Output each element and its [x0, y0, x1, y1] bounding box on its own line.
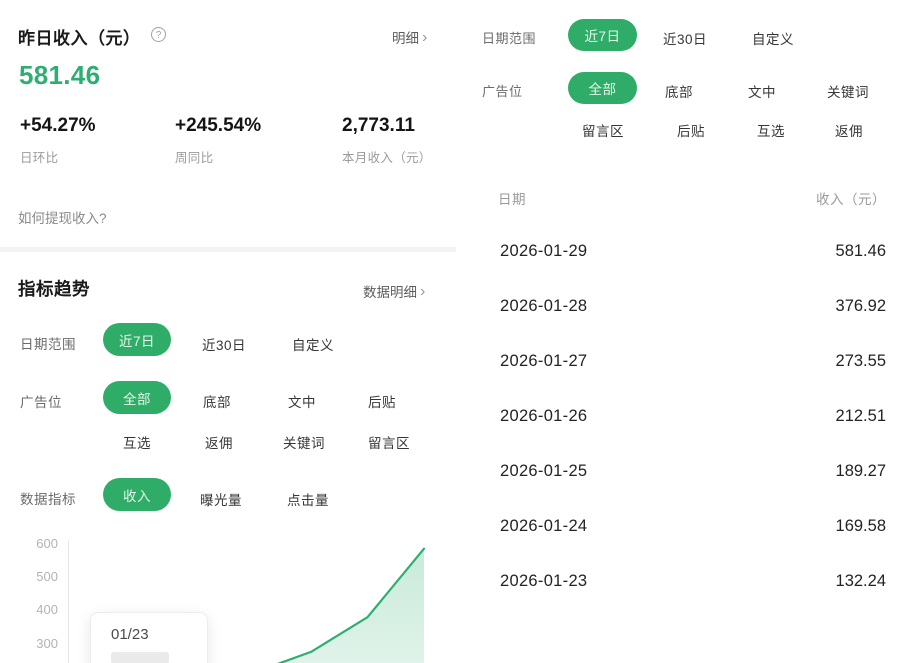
week-over-week-value: +245.54% — [175, 115, 261, 137]
option-last-30-days[interactable]: 近30日 — [663, 28, 707, 48]
option-mutual-select[interactable]: 互选 — [123, 432, 151, 452]
option-post-roll[interactable]: 后贴 — [677, 120, 705, 140]
row-income: 273.55 — [836, 352, 886, 371]
day-over-day-label: 日环比 — [20, 147, 58, 166]
chart-tooltip: 01/23 — [90, 612, 208, 663]
option-last-30-days[interactable]: 近30日 — [202, 334, 246, 354]
pill-last-7-days-selected[interactable]: 近7日 — [103, 323, 171, 356]
chevron-right-icon: › — [420, 285, 425, 298]
pill-last-7-days-selected[interactable]: 近7日 — [568, 19, 637, 51]
pill-income-selected[interactable]: 收入 — [103, 478, 171, 511]
option-keyword[interactable]: 关键词 — [283, 432, 325, 452]
chevron-right-icon: › — [422, 31, 427, 44]
row-date: 2026-01-26 — [500, 407, 587, 426]
option-bottom[interactable]: 底部 — [665, 81, 693, 101]
option-custom-range[interactable]: 自定义 — [292, 334, 334, 354]
row-date: 2026-01-25 — [500, 462, 587, 481]
option-clicks[interactable]: 点击量 — [287, 489, 329, 509]
left-panel: 昨日收入（元） ? 明细 › 581.46 +54.27% 日环比 +245.5… — [0, 0, 456, 663]
row-income: 581.46 — [836, 242, 886, 261]
row-date: 2026-01-28 — [500, 297, 587, 316]
option-mutual-select[interactable]: 互选 — [757, 120, 785, 140]
option-bottom[interactable]: 底部 — [203, 391, 231, 411]
yesterday-income-amount: 581.46 — [19, 60, 100, 91]
row-date: 2026-01-27 — [500, 352, 587, 371]
row-date: 2026-01-23 — [500, 572, 587, 591]
ad-slot-label: 广告位 — [20, 391, 62, 411]
table-header-date: 日期 — [498, 188, 526, 208]
tooltip-date: 01/23 — [111, 626, 207, 643]
row-income: 132.24 — [836, 572, 886, 591]
option-rebate[interactable]: 返佣 — [835, 120, 863, 140]
option-post-roll[interactable]: 后贴 — [368, 391, 396, 411]
option-in-article[interactable]: 文中 — [288, 391, 316, 411]
option-comment-area[interactable]: 留言区 — [582, 120, 624, 140]
table-header-income: 收入（元） — [816, 188, 886, 208]
option-comment-area[interactable]: 留言区 — [368, 432, 410, 452]
option-custom-range[interactable]: 自定义 — [752, 28, 794, 48]
trend-detail-label: 数据明细 — [363, 281, 417, 301]
date-range-label: 日期范围 — [20, 333, 76, 353]
card-separator — [0, 247, 456, 252]
withdraw-help-link[interactable]: 如何提现收入? — [18, 207, 107, 227]
income-detail-link[interactable]: 明细 › — [392, 27, 427, 47]
trend-chart-svg[interactable] — [0, 535, 456, 663]
ad-slot-label: 广告位 — [482, 81, 523, 100]
row-income: 376.92 — [836, 297, 886, 316]
option-exposure[interactable]: 曝光量 — [200, 489, 242, 509]
option-keyword[interactable]: 关键词 — [827, 81, 869, 101]
ad-revenue-dashboard: 昨日收入（元） ? 明细 › 581.46 +54.27% 日环比 +245.5… — [0, 0, 912, 663]
income-detail-label: 明细 — [392, 27, 419, 47]
pill-all-selected[interactable]: 全部 — [568, 72, 637, 104]
week-over-week-label: 周同比 — [175, 147, 213, 166]
option-in-article[interactable]: 文中 — [748, 81, 776, 101]
date-range-label: 日期范围 — [482, 28, 536, 47]
trend-card-title: 指标趋势 — [18, 276, 90, 301]
row-income: 169.58 — [836, 517, 886, 536]
trend-detail-link[interactable]: 数据明细 › — [363, 281, 425, 301]
month-income-label: 本月收入（元） — [342, 147, 432, 166]
metric-label: 数据指标 — [20, 488, 76, 508]
row-date: 2026-01-29 — [500, 242, 587, 261]
help-icon[interactable]: ? — [151, 27, 166, 42]
row-income: 189.27 — [836, 462, 886, 481]
pill-all-selected[interactable]: 全部 — [103, 381, 171, 414]
detail-panel: 日期范围 近7日 近30日 自定义 广告位 全部 底部 文中 关键词 留言区 后… — [456, 0, 912, 663]
day-over-day-value: +54.27% — [20, 115, 96, 137]
row-income: 212.51 — [836, 407, 886, 426]
month-income-value: 2,773.11 — [342, 115, 415, 137]
income-card-title: 昨日收入（元） — [18, 24, 141, 49]
row-date: 2026-01-24 — [500, 517, 587, 536]
tooltip-clipped-content — [111, 652, 169, 663]
option-rebate[interactable]: 返佣 — [205, 432, 233, 452]
